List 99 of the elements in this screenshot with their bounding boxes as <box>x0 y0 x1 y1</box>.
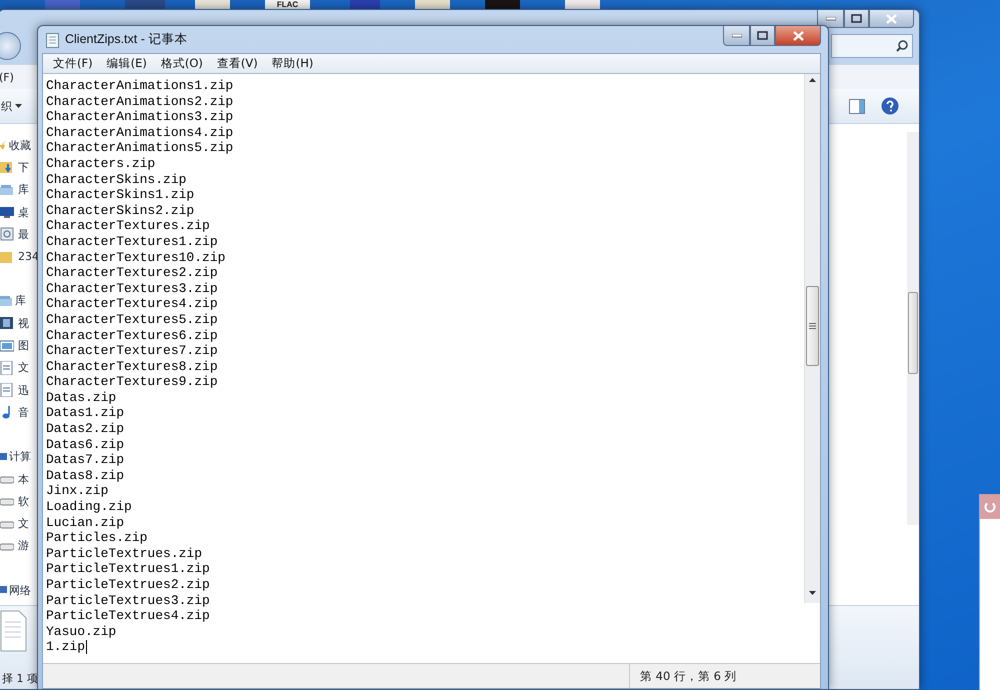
sidebar-item[interactable]: 文 <box>0 512 29 535</box>
text-line: Lucian.zip <box>46 514 124 530</box>
text-line: ParticleTextrues.zip <box>46 546 202 562</box>
scrollbar[interactable] <box>907 132 919 525</box>
text-line: Characters.zip <box>46 156 156 172</box>
sidebar-header[interactable]: 计算 <box>0 446 31 468</box>
text-line: Datas2.zip <box>46 421 124 437</box>
menu-item[interactable]: (F) <box>0 70 14 84</box>
sidebar-item[interactable]: 234 <box>0 245 39 268</box>
sidebar-header[interactable]: 收藏 <box>0 134 31 156</box>
library-icon <box>0 182 14 197</box>
text-line: CharacterSkins1.zip <box>46 187 194 203</box>
sidebar-item[interactable]: 游 <box>0 534 29 558</box>
sidebar-header[interactable]: 库 <box>0 290 26 312</box>
sidebar-item[interactable]: 最 <box>0 223 29 246</box>
maximize-icon <box>757 31 768 40</box>
status-text: 第 40 行，第 6 列 <box>640 668 737 684</box>
text-line: CharacterTextures2.zip <box>46 265 218 281</box>
text-line: Datas8.zip <box>46 468 124 484</box>
text-line: Particles.zip <box>46 530 148 546</box>
menu-item[interactable]: 格式(O) <box>154 56 209 71</box>
down-arrow-icon[interactable] <box>809 591 816 595</box>
status-text: 择 1 项 <box>2 671 38 686</box>
menu-item[interactable]: 查看(V) <box>210 56 264 71</box>
text-line: CharacterAnimations2.zip <box>46 94 234 110</box>
sidebar-item[interactable]: 音 <box>0 401 29 424</box>
text-line: CharacterTextures1.zip <box>46 234 218 250</box>
caret-icon <box>15 104 22 108</box>
text-line: CharacterTextures4.zip <box>46 296 218 312</box>
up-arrow-icon[interactable] <box>809 78 816 82</box>
text-line: CharacterTextures5.zip <box>46 312 218 328</box>
text-line: ParticleTextrues1.zip <box>46 561 210 577</box>
text-line: Datas7.zip <box>46 452 124 468</box>
text-caret <box>86 640 88 654</box>
text-line: CharacterTextures6.zip <box>46 328 218 344</box>
menu-item[interactable]: 编辑(E) <box>100 56 153 71</box>
minimize-button[interactable] <box>817 10 844 28</box>
text-line: ParticleTextrues2.zip <box>46 577 210 593</box>
help-icon[interactable] <box>881 97 899 115</box>
close-button[interactable] <box>869 10 914 28</box>
sidebar-item[interactable]: 软 <box>0 490 29 512</box>
text-line: CharacterAnimations4.zip <box>46 124 234 140</box>
text-line: CharacterAnimations3.zip <box>46 109 234 125</box>
close-button[interactable] <box>775 26 821 46</box>
text-line: CharacterTextures.zip <box>46 218 210 234</box>
preview-pane-icon[interactable] <box>849 98 865 114</box>
menu-item[interactable]: 文件(F) <box>47 56 99 71</box>
minimize-icon <box>826 16 836 20</box>
text-line: 1.zip <box>46 639 86 655</box>
window-title: ClientZips.txt - 记事本 <box>65 31 188 48</box>
folder-icon <box>0 160 14 174</box>
monitor-icon <box>0 205 14 220</box>
sidebar-item[interactable]: 视 <box>0 312 29 334</box>
search-icon <box>896 40 908 52</box>
desktop-icon[interactable]: FLAC <box>265 0 310 9</box>
menu-item[interactable]: 帮助(H) <box>266 56 320 71</box>
swirl-icon <box>984 501 996 513</box>
text-line: CharacterTextures9.zip <box>46 374 218 390</box>
recent-icon <box>0 227 14 242</box>
library-icon <box>0 294 13 308</box>
close-icon <box>886 14 897 24</box>
close-icon <box>792 30 804 40</box>
sidebar-header[interactable]: 网络 <box>0 579 31 602</box>
grip-icon <box>809 323 816 329</box>
sidebar-item[interactable]: 文 <box>0 356 29 379</box>
text-line: CharacterSkins.zip <box>46 172 186 188</box>
maximize-button[interactable] <box>750 26 775 46</box>
text-line: CharacterAnimations5.zip <box>46 140 234 156</box>
organize-button[interactable]: 织 <box>0 98 24 114</box>
text-line: CharacterSkins2.zip <box>46 202 194 218</box>
sidebar-item[interactable]: 图 <box>0 334 29 357</box>
film-icon <box>0 316 14 330</box>
text-line: Datas.zip <box>46 390 116 406</box>
search-field[interactable] <box>831 34 913 58</box>
sidebar-item[interactable]: 迅 <box>0 378 29 402</box>
text-line: CharacterTextures7.zip <box>46 343 218 359</box>
maximize-icon <box>851 14 862 23</box>
maximize-button[interactable] <box>844 10 869 28</box>
text-line: CharacterTextures8.zip <box>46 358 218 374</box>
text-line: CharacterTextures3.zip <box>46 280 218 296</box>
text-line: Loading.zip <box>46 499 132 515</box>
sidebar-item[interactable]: 下 <box>0 156 29 179</box>
scrollbar[interactable] <box>804 74 820 603</box>
text-line: ParticleTextrues4.zip <box>46 608 210 624</box>
sidebar-item[interactable]: 桌 <box>0 200 29 224</box>
notepad-icon <box>46 32 59 48</box>
minimize-button[interactable] <box>723 26 750 46</box>
folder-icon <box>0 250 14 264</box>
text-line: CharacterAnimations1.zip <box>46 78 234 94</box>
text-line: Datas6.zip <box>46 436 124 452</box>
text-line: CharacterTextures10.zip <box>46 250 226 266</box>
text-line: Datas1.zip <box>46 405 124 422</box>
text-line: Jinx.zip <box>46 483 108 500</box>
text-line: ParticleTextrues3.zip <box>46 592 210 608</box>
minimize-icon <box>732 34 742 38</box>
sidebar-item[interactable]: 本 <box>0 468 29 490</box>
sidebar-item[interactable]: 库 <box>0 178 29 201</box>
text-line: Yasuo.zip <box>46 624 116 640</box>
back-button[interactable] <box>0 32 21 60</box>
